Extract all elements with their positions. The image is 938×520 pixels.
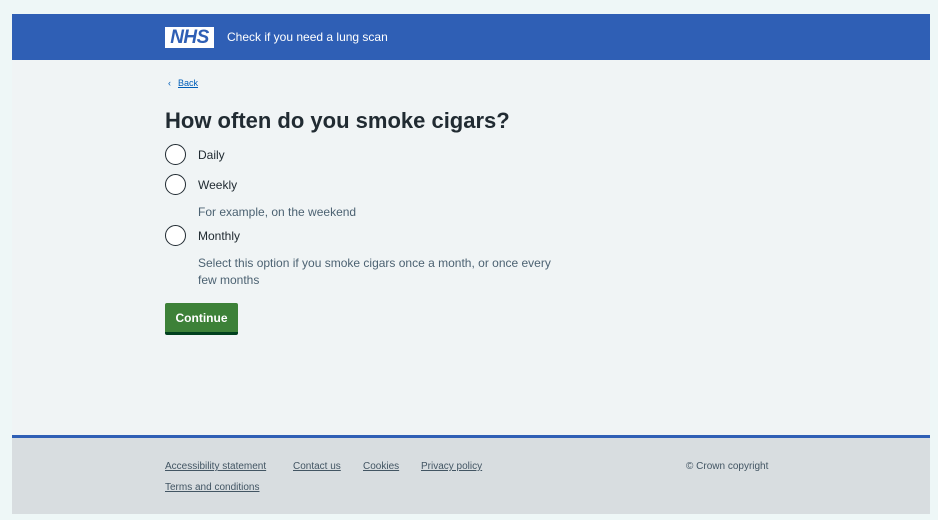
copyright-notice: © Crown copyright (686, 461, 769, 472)
radio-button-weekly[interactable] (165, 174, 186, 195)
footer-link-privacy-policy[interactable]: Privacy policy (421, 461, 482, 472)
back-link-label: Back (178, 78, 199, 88)
back-link[interactable]: ‹ Back (168, 78, 198, 88)
service-name-link[interactable]: Check if you need a lung scan (227, 30, 388, 44)
radio-label-daily[interactable]: Daily (198, 148, 225, 162)
radio-button-daily[interactable] (165, 144, 186, 165)
footer-link-contact-us[interactable]: Contact us (293, 461, 341, 472)
radio-hint-monthly: Select this option if you smoke cigars o… (198, 256, 551, 287)
main-content: ‹ Back How often do you smoke cigars? Da… (12, 60, 930, 435)
radio-label-monthly[interactable]: Monthly (198, 229, 240, 243)
page-title: How often do you smoke cigars? (165, 108, 510, 133)
footer-link-accessibility-statement[interactable]: Accessibility statement (165, 461, 266, 472)
footer-link-terms-and-conditions[interactable]: Terms and conditions (165, 482, 260, 493)
chevron-left-icon: ‹ (168, 78, 171, 88)
nhs-logo-text: NHS (170, 26, 209, 48)
site-header: NHS Check if you need a lung scan (12, 14, 930, 60)
radio-button-monthly[interactable] (165, 225, 186, 246)
continue-button[interactable]: Continue (165, 303, 238, 335)
site-footer: Accessibility statement Contact us Cooki… (12, 435, 930, 514)
radio-label-weekly[interactable]: Weekly (198, 178, 237, 192)
nhs-logo[interactable]: NHS (165, 26, 214, 48)
footer-link-cookies[interactable]: Cookies (363, 461, 399, 472)
radio-hint-weekly: For example, on the weekend (198, 205, 357, 219)
page: NHS Check if you need a lung scan ‹ Back… (12, 14, 930, 514)
